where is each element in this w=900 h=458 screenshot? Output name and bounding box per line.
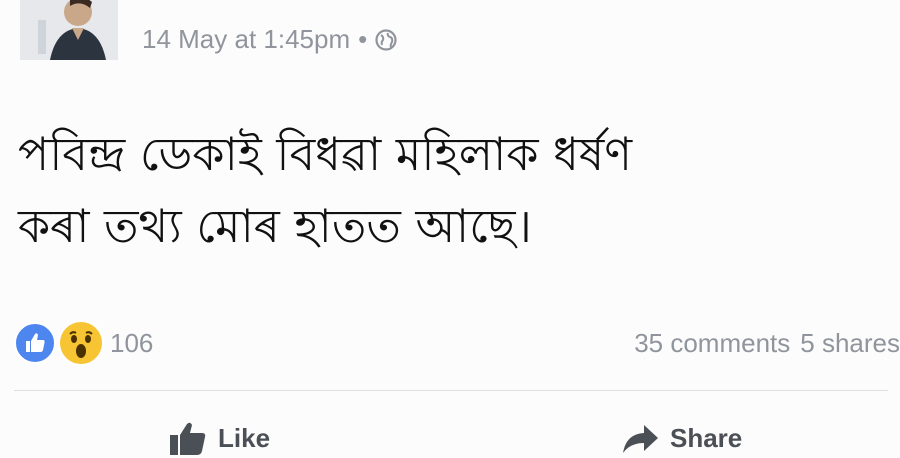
post-text: পবিন্দ্ৰ ডেকাই বিধৱা মহিলাক ধৰ্ষণ কৰা তথ… [18, 118, 888, 262]
like-reaction-icon [14, 322, 56, 364]
like-button-label: Like [218, 422, 271, 453]
post-header: 14 May at 1:45pm • [0, 0, 900, 70]
post-text-line: পবিন্দ্ৰ ডেকাই বিধৱা মহিলাক ধৰ্ষণ [18, 127, 633, 181]
meta-separator: • [358, 24, 368, 54]
post-meta: 14 May at 1:45pm • [142, 24, 397, 58]
like-button[interactable]: Like [168, 418, 270, 458]
share-button-label: Share [670, 422, 743, 453]
profile-photo [20, 0, 118, 60]
shares-count-link[interactable]: 5 shares [800, 328, 900, 358]
globe-icon [375, 27, 397, 58]
post-timestamp[interactable]: 14 May at 1:45pm [142, 24, 350, 54]
reaction-count: 106 [110, 328, 154, 358]
post-text-line: কৰা তথ্য মোৰ হাতত আছে। [18, 199, 533, 253]
action-divider [14, 390, 888, 391]
comments-count-link[interactable]: 35 comments [634, 328, 790, 358]
share-button[interactable]: Share [620, 418, 742, 458]
avatar[interactable] [20, 0, 118, 60]
engagement-stats: 35 comments 5 shares [634, 328, 900, 359]
wow-reaction-icon [58, 320, 104, 366]
